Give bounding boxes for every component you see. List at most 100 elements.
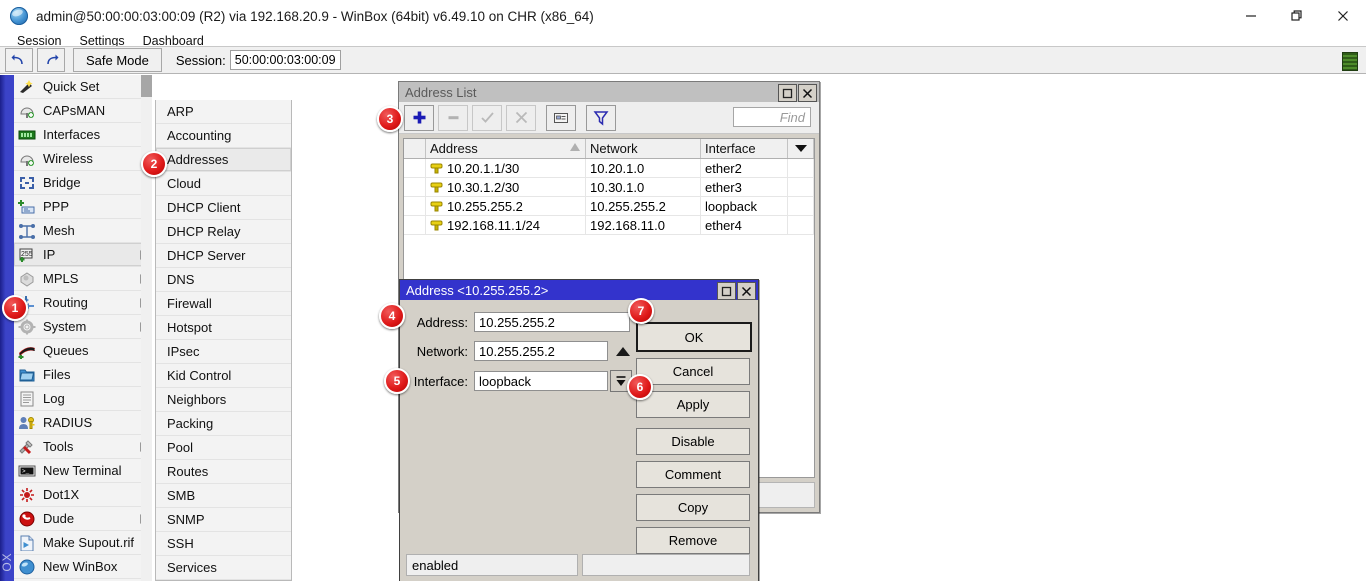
address-list-close-button[interactable] — [798, 84, 817, 102]
ip-submenu-item-ssh[interactable]: SSH — [156, 532, 291, 556]
table-row[interactable]: 192.168.11.1/24192.168.11.0ether4 — [404, 216, 814, 235]
undo-button[interactable] — [5, 48, 33, 72]
apply-button[interactable]: Apply — [636, 391, 750, 418]
ok-button[interactable]: OK — [636, 322, 752, 352]
minimize-button[interactable] — [1228, 0, 1274, 32]
disable-button[interactable]: Disable — [636, 428, 750, 455]
sidebar-item-ppp[interactable]: PPP — [14, 195, 152, 219]
ip-submenu-item-hotspot[interactable]: Hotspot — [156, 316, 291, 340]
ip-submenu-item-kid-control[interactable]: Kid Control — [156, 364, 291, 388]
sidebar-item-mesh[interactable]: Mesh — [14, 219, 152, 243]
ip-submenu-item-dhcp-relay[interactable]: DHCP Relay — [156, 220, 291, 244]
comment-button[interactable]: Comment — [636, 461, 750, 488]
ip-submenu-item-label: Packing — [167, 416, 213, 431]
interface-input[interactable]: loopback — [474, 371, 608, 391]
comment-address-button[interactable] — [546, 105, 576, 131]
session-value-field[interactable]: 50:00:00:03:00:09 — [230, 50, 341, 70]
table-row[interactable]: 10.20.1.1/3010.20.1.0ether2 — [404, 159, 814, 178]
find-input[interactable]: Find — [733, 107, 811, 127]
address-list-maximize-button[interactable] — [778, 84, 797, 102]
sidebar-item-tools[interactable]: Tools — [14, 435, 152, 459]
sidebar-item-quick-set[interactable]: Quick Set — [14, 75, 152, 99]
header-address-column[interactable]: Address — [426, 139, 586, 158]
filter-button[interactable] — [586, 105, 616, 131]
disable-address-button[interactable] — [506, 105, 536, 131]
redo-button[interactable] — [37, 48, 65, 72]
sidebar-item-dude[interactable]: Dude — [14, 507, 152, 531]
ip-submenu-item-dhcp-server[interactable]: DHCP Server — [156, 244, 291, 268]
address-dialog-close-button[interactable] — [737, 282, 756, 300]
close-button[interactable] — [1320, 0, 1366, 32]
remove-button[interactable]: Remove — [636, 527, 750, 554]
ip-submenu-item-arp[interactable]: ARP — [156, 100, 291, 124]
sidebar-item-routing[interactable]: Routing — [14, 291, 152, 315]
ip-submenu-item-services[interactable]: Services — [156, 556, 291, 580]
cancel-button[interactable]: Cancel — [636, 358, 750, 385]
ip-submenu-item-dns[interactable]: DNS — [156, 268, 291, 292]
header-interface-column[interactable]: Interface — [701, 139, 788, 158]
sidebar-item-radius[interactable]: RADIUS — [14, 411, 152, 435]
ip-submenu-item-smb[interactable]: SMB — [156, 484, 291, 508]
mesh-icon — [18, 223, 38, 241]
address-dialog-titlebar[interactable]: Address <10.255.255.2> — [400, 280, 758, 300]
ip-submenu-item-packing[interactable]: Packing — [156, 412, 291, 436]
log-icon — [18, 390, 38, 408]
ip-submenu-item-addresses[interactable]: Addresses — [156, 148, 291, 172]
address-input[interactable]: 10.255.255.2 — [474, 312, 630, 332]
maximize-button[interactable] — [1274, 0, 1320, 32]
ip-submenu-item-cloud[interactable]: Cloud — [156, 172, 291, 196]
sidebar-item-files[interactable]: Files — [14, 363, 152, 387]
table-row[interactable]: 10.30.1.2/3010.30.1.0ether3 — [404, 178, 814, 197]
table-row[interactable]: 10.255.255.210.255.255.2loopback — [404, 197, 814, 216]
network-input[interactable]: 10.255.255.2 — [474, 341, 608, 361]
address-list-titlebar[interactable]: Address List — [399, 82, 819, 102]
remove-address-button[interactable] — [438, 105, 468, 131]
main-menu-sidebar[interactable]: Quick SetCAPsMANInterfacesWirelessBridge… — [14, 75, 152, 581]
ip-submenu-item-ipsec[interactable]: IPsec — [156, 340, 291, 364]
row-address-cell: 10.255.255.2 — [426, 197, 586, 215]
ip-submenu-item-pool[interactable]: Pool — [156, 436, 291, 460]
sidebar-item-bridge[interactable]: Bridge — [14, 171, 152, 195]
ip-submenu-item-accounting[interactable]: Accounting — [156, 124, 291, 148]
address-list-title: Address List — [405, 85, 477, 100]
header-network-column[interactable]: Network — [586, 139, 701, 158]
sidebar-item-new-winbox[interactable]: New WinBox — [14, 555, 152, 579]
ip-submenu-item-snmp[interactable]: SNMP — [156, 508, 291, 532]
sidebar-item-wireless[interactable]: Wireless — [14, 147, 152, 171]
ip-submenu-item-firewall[interactable]: Firewall — [156, 292, 291, 316]
address-dialog-maximize-button[interactable] — [717, 282, 736, 300]
ip-submenu-item-label: IPsec — [167, 344, 200, 359]
address-dialog: Address <10.255.255.2> Address: 10.255.2… — [399, 279, 759, 581]
comment-icon — [553, 111, 569, 125]
ip-submenu[interactable]: ARPAccountingAddressesCloudDHCP ClientDH… — [155, 100, 292, 581]
sidebar-scrollbar-thumb[interactable] — [141, 75, 152, 97]
radius-icon — [18, 414, 38, 432]
sidebar-item-make-supout-rif[interactable]: Make Supout.rif — [14, 531, 152, 555]
svg-text:>_: >_ — [22, 468, 30, 475]
safe-mode-button[interactable]: Safe Mode — [73, 48, 162, 72]
sidebar-item-dot1x[interactable]: Dot1X — [14, 483, 152, 507]
copy-button[interactable]: Copy — [636, 494, 750, 521]
sidebar-item-system[interactable]: System — [14, 315, 152, 339]
sidebar-item-ip[interactable]: 255 IP — [14, 243, 152, 267]
sidebar-item-capsman[interactable]: CAPsMAN — [14, 99, 152, 123]
add-address-button[interactable] — [404, 105, 434, 131]
ip-submenu-item-neighbors[interactable]: Neighbors — [156, 388, 291, 412]
ip-submenu-item-routes[interactable]: Routes — [156, 460, 291, 484]
sidebar-item-mpls[interactable]: MPLS — [14, 267, 152, 291]
dude-icon — [18, 511, 38, 529]
sidebar-item-new-terminal[interactable]: >_New Terminal — [14, 459, 152, 483]
address-field-row: Address: 10.255.255.2 — [406, 312, 630, 332]
sidebar-item-label: IP — [43, 247, 55, 262]
row-network-cell: 10.20.1.0 — [586, 159, 701, 177]
header-column-chooser[interactable] — [788, 139, 814, 158]
svg-text:255: 255 — [21, 251, 33, 258]
ip-submenu-item-dhcp-client[interactable]: DHCP Client — [156, 196, 291, 220]
network-collapse-arrow-icon[interactable] — [616, 347, 630, 356]
enable-address-button[interactable] — [472, 105, 502, 131]
sidebar-item-log[interactable]: Log — [14, 387, 152, 411]
sidebar-item-interfaces[interactable]: Interfaces — [14, 123, 152, 147]
ip-submenu-item-label: SMB — [167, 488, 195, 503]
ip-submenu-item-label: Pool — [167, 440, 193, 455]
sidebar-item-queues[interactable]: Queues — [14, 339, 152, 363]
